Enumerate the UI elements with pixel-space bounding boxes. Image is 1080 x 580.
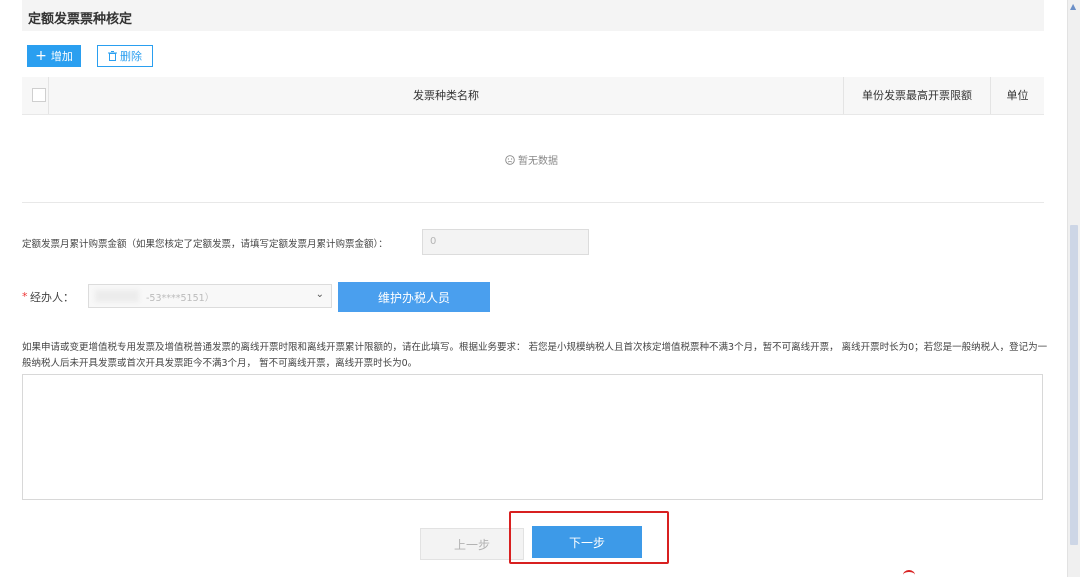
column-header-max-limit: 单份发票最高开票限额 bbox=[862, 89, 972, 102]
scroll-thumb[interactable] bbox=[1070, 225, 1078, 545]
plus-icon: + bbox=[35, 48, 47, 64]
delete-button[interactable]: 删除 bbox=[97, 45, 153, 67]
delete-button-label: 删除 bbox=[120, 50, 142, 63]
add-button[interactable]: + 增加 bbox=[27, 45, 81, 67]
section-header bbox=[22, 0, 1044, 31]
column-header-unit: 单位 bbox=[1006, 89, 1029, 102]
handler-value: -53****5151） bbox=[146, 293, 215, 304]
amount-label: 定额发票月累计购票金额（如果您核定了定额发票，请填写定额发票月累计购票金额）： bbox=[22, 239, 388, 250]
maintain-tax-staff-button[interactable]: 维护办税人员 bbox=[338, 282, 490, 312]
handler-label: 经办人： bbox=[30, 291, 74, 304]
select-all-checkbox[interactable] bbox=[32, 88, 46, 102]
sad-face-icon bbox=[505, 154, 515, 165]
empty-state-text: 暂无数据 bbox=[518, 156, 558, 167]
section-title: 定额发票票种核定 bbox=[28, 12, 133, 27]
offline-limit-textarea[interactable] bbox=[22, 374, 1043, 500]
empty-state: 暂无数据 bbox=[505, 152, 558, 167]
scroll-up-icon[interactable]: ▲ bbox=[1070, 2, 1076, 11]
scrollbar[interactable]: ▲ bbox=[1067, 0, 1080, 577]
chevron-down-icon: ⌄ bbox=[315, 289, 324, 300]
red-mark bbox=[903, 570, 915, 580]
highlight-box bbox=[509, 511, 669, 564]
handler-select[interactable]: -53****5151） ⌄ bbox=[88, 284, 332, 308]
offline-notice: 如果申请或变更增值税专用发票及增值税普通发票的离线开票时限和离线开票累计限额的，… bbox=[22, 342, 1048, 369]
amount-input[interactable]: 0 bbox=[422, 229, 589, 255]
required-mark: * bbox=[22, 290, 28, 303]
blurred-name bbox=[95, 290, 139, 302]
trash-icon bbox=[108, 51, 117, 61]
divider bbox=[22, 202, 1044, 203]
column-header-invoice-type: 发票种类名称 bbox=[413, 89, 479, 102]
add-button-label: 增加 bbox=[50, 50, 73, 63]
table-header: 发票种类名称 单份发票最高开票限额 单位 bbox=[22, 77, 1044, 115]
